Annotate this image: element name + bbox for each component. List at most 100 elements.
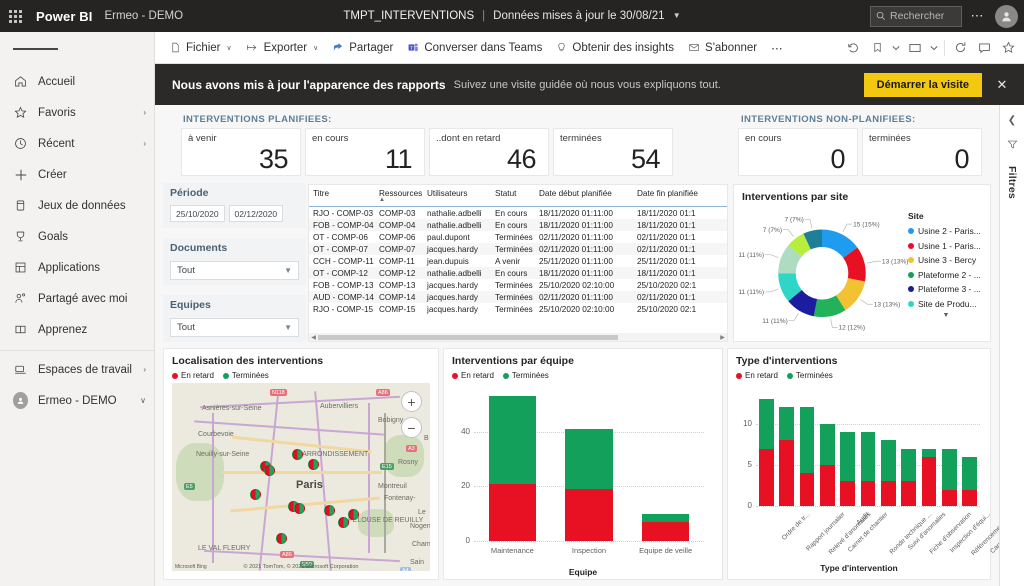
table-row[interactable]: OT - COMP-12 COMP-12 nathalie.adbelli En co… — [309, 267, 727, 279]
map-pin[interactable] — [348, 509, 359, 520]
bar-segment-terminees[interactable] — [758, 399, 774, 449]
view-icon[interactable] — [903, 36, 927, 60]
bar-column[interactable] — [799, 407, 815, 506]
interventions-table[interactable]: Titre Ressources ▲ Utilisateurs Statut Date d… — [308, 184, 728, 342]
map-pin[interactable] — [294, 503, 305, 514]
slicer-equipes[interactable]: Equipes Tout ▼ — [163, 295, 306, 342]
reset-icon[interactable] — [841, 36, 865, 60]
bar-segment-terminees[interactable] — [565, 429, 613, 490]
sidebar-item-recent[interactable]: Récent › — [0, 128, 154, 159]
map-zoom-out-button[interactable]: − — [401, 417, 422, 438]
bar-segment-terminees[interactable] — [942, 448, 957, 490]
legend-item-terminees[interactable]: Terminées — [786, 371, 833, 380]
localisation-map-card[interactable]: Localisation des interventions En retard… — [163, 348, 439, 580]
bar-segment-terminees[interactable] — [641, 513, 690, 522]
type-interventions-card[interactable]: Type d'interventions En retard Terminées… — [727, 348, 999, 580]
map-canvas[interactable]: Asnières-sur-Seine Aubervilliers Courbev… — [172, 383, 430, 571]
table-horizontal-scrollbar[interactable]: ◀ ▶ — [309, 333, 727, 341]
legend-item[interactable]: Site de Produ... — [908, 297, 984, 312]
bar-segment-en-retard[interactable] — [942, 489, 957, 506]
table-row[interactable]: AUD - COMP-14 COMP-14 jacques.hardy Terminé… — [309, 291, 727, 303]
favorite-icon[interactable] — [996, 36, 1020, 60]
donut-chart[interactable]: 15 (15%) 13 (13%) 13 (13%) 12 (12%) 11 (11%)… — [738, 205, 913, 345]
kpi-card-a-venir[interactable]: à venir 35 — [181, 128, 301, 176]
bar-segment-en-retard[interactable] — [799, 473, 815, 506]
legend-item-en-retard[interactable]: En retard — [172, 371, 214, 380]
start-tour-button[interactable]: Démarrer la visite — [863, 72, 982, 97]
search-input[interactable]: Rechercher — [870, 5, 962, 27]
date-to-input[interactable]: 02/12/2020 — [228, 205, 284, 222]
bar-column[interactable] — [942, 448, 957, 506]
table-column-header[interactable]: Utilisateurs — [423, 185, 491, 207]
interventions-par-site-card[interactable]: Interventions par site 15 (15%) 13 (13%) 1… — [733, 184, 991, 342]
bar-segment-en-retard[interactable] — [779, 440, 794, 506]
legend-item[interactable]: Plateforme 3 - ... — [908, 282, 984, 297]
legend-item-terminees[interactable]: Terminées — [502, 371, 549, 380]
slicer-documents[interactable]: Documents Tout ▼ — [163, 238, 306, 285]
legend-item-en-retard[interactable]: En retard — [736, 371, 778, 380]
map-pin[interactable] — [338, 517, 349, 528]
bar-column[interactable] — [819, 423, 835, 506]
bar-segment-en-retard[interactable] — [881, 481, 896, 506]
table-column-header[interactable]: Ressources ▲ — [375, 185, 423, 207]
map-zoom-in-button[interactable]: + — [401, 391, 422, 412]
legend-item[interactable]: Usine 1 - Paris... — [908, 239, 984, 254]
map-pin[interactable] — [276, 533, 287, 544]
bar-column[interactable] — [901, 448, 917, 506]
bar-segment-en-retard[interactable] — [901, 481, 917, 506]
bar-column[interactable] — [779, 407, 794, 506]
workspace-breadcrumb[interactable]: Ermeo - DEMO — [104, 10, 183, 22]
table-column-header[interactable]: Date début planifiée — [535, 185, 633, 207]
subscribe-button[interactable]: S'abonner — [681, 35, 764, 60]
table-row[interactable]: FOB - COMP-04 COMP-04 nathalie.adbelli En c… — [309, 219, 727, 231]
type-plot-area[interactable]: 0 5 10 Ordre de tr... Rapport journalier Rele… — [743, 391, 999, 557]
scrollbar-thumb[interactable] — [318, 334, 618, 340]
bar-column[interactable] — [860, 432, 876, 506]
bar-column[interactable] — [565, 429, 613, 541]
scroll-left-arrow[interactable]: ◀ — [309, 334, 318, 341]
table-row[interactable]: CCH - COMP-11 COMP-11 jean.dupuis A venir 25… — [309, 255, 727, 267]
bar-segment-terminees[interactable] — [962, 456, 978, 490]
bar-column[interactable] — [921, 448, 937, 506]
data-refresh-info[interactable]: Données mises à jour le 30/08/21 ▼ — [493, 10, 680, 22]
interventions-par-equipe-card[interactable]: Interventions par équipe En retard Termi… — [443, 348, 723, 580]
bar-column[interactable] — [840, 432, 855, 506]
kpi-card-unplanned-en-cours[interactable]: en cours 0 — [738, 128, 858, 176]
bar-column[interactable] — [488, 396, 537, 541]
bookmark-chevron-down-icon[interactable] — [889, 36, 903, 60]
bar-segment-en-retard[interactable] — [860, 481, 876, 506]
bar-segment-terminees[interactable] — [799, 407, 815, 474]
view-chevron-down-icon[interactable] — [927, 36, 941, 60]
table-column-header[interactable]: Titre — [309, 185, 375, 207]
bar-segment-terminees[interactable] — [819, 423, 835, 465]
avatar[interactable] — [995, 4, 1018, 28]
equipe-plot-area[interactable]: 0 20 40 Maintenance Inspection Equipe de veil… — [461, 391, 704, 555]
table-row[interactable]: FOB - COMP-13 COMP-13 jacques.hardy Terminé… — [309, 279, 727, 291]
kpi-card-terminees[interactable]: terminées 54 — [553, 128, 673, 176]
kpi-card-unplanned-terminees[interactable]: terminées 0 — [862, 128, 982, 176]
app-launcher-icon[interactable] — [0, 0, 30, 32]
bar-segment-terminees[interactable] — [840, 432, 855, 482]
bar-segment-terminees[interactable] — [779, 407, 794, 441]
sidebar-item-jeux-de-donnees[interactable]: Jeux de données — [0, 190, 154, 221]
legend-item[interactable]: Usine 3 - Bercy — [908, 253, 984, 268]
export-menu-button[interactable]: Exporter ∨ — [239, 35, 326, 60]
table-column-header[interactable]: Statut — [491, 185, 535, 207]
nav-collapse-button[interactable] — [0, 32, 154, 66]
map-pin[interactable] — [250, 489, 261, 500]
date-from-input[interactable]: 25/10/2020 — [170, 205, 225, 222]
map-pin[interactable] — [324, 505, 335, 516]
slicer-periode[interactable]: Période 25/10/2020 02/12/2020 — [163, 183, 306, 228]
table-row[interactable]: OT - COMP-06 COMP-06 paul.dupont Terminées 0… — [309, 231, 727, 243]
sidebar-item-goals[interactable]: Goals — [0, 221, 154, 252]
sidebar-item-apprenez[interactable]: Apprenez — [0, 314, 154, 345]
bar-column[interactable] — [641, 513, 690, 541]
more-options-button[interactable]: ⋯ — [964, 3, 990, 29]
documents-dropdown[interactable]: Tout ▼ — [170, 261, 299, 280]
sidebar-item-accueil[interactable]: Accueil — [0, 66, 154, 97]
bar-column[interactable] — [881, 440, 896, 506]
equipes-dropdown[interactable]: Tout ▼ — [170, 318, 299, 337]
legend-item-terminees[interactable]: Terminées — [222, 371, 269, 380]
bar-segment-terminees[interactable] — [488, 396, 537, 484]
bar-segment-terminees[interactable] — [901, 448, 917, 482]
